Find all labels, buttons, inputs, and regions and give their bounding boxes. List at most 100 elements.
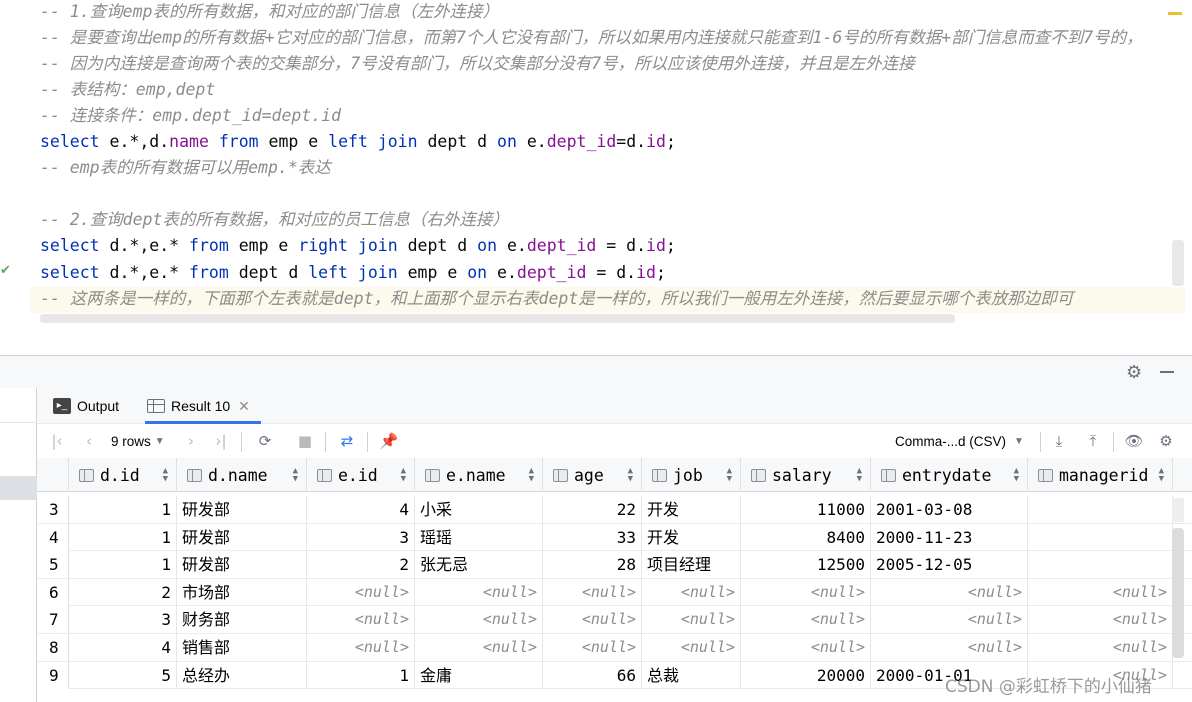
table-cell[interactable]: 金庸 <box>415 661 543 689</box>
table-cell[interactable]: 2001-03-08 <box>871 496 1028 523</box>
row-number[interactable]: 7 <box>37 606 69 634</box>
table-cell[interactable]: 4 <box>69 634 177 661</box>
table-cell[interactable]: 4 <box>307 496 415 523</box>
table-row[interactable]: 7 3 财务部 <null> <null> <null> <null> <null> <null… <box>37 606 1192 634</box>
table-cell[interactable]: 2000-11-23 <box>871 523 1028 551</box>
column-header[interactable]: salary ▲ ▼ <box>741 458 871 492</box>
table-cell[interactable]: 开发 <box>642 496 741 523</box>
table-cell[interactable]: 5 <box>69 661 177 689</box>
table-cell[interactable]: 12500 <box>741 551 871 579</box>
stop-icon[interactable]: ■ <box>295 430 315 452</box>
code-statement-line[interactable]: select e.*,d.name from emp e left join d… <box>40 130 676 156</box>
code-comment-line[interactable]: -- 连接条件：emp.dept_id=dept.id <box>40 104 341 130</box>
table-scrollbar-track[interactable] <box>1172 498 1184 522</box>
table-cell[interactable]: 20000 <box>741 661 871 689</box>
table-cell[interactable]: <null> <box>307 634 415 661</box>
sort-icon[interactable]: ▲ ▼ <box>1014 467 1019 484</box>
row-number[interactable]: 9 <box>37 661 69 689</box>
row-number[interactable]: 5 <box>37 551 69 579</box>
table-cell[interactable] <box>1028 496 1173 523</box>
table-cell[interactable]: <null> <box>543 634 642 661</box>
code-comment-line[interactable]: -- 2.查询dept表的所有数据，和对应的员工信息（右外连接） <box>40 208 509 234</box>
table-cell[interactable]: 项目经理 <box>642 551 741 579</box>
result-table[interactable]: d.id ▲ ▼ d.name ▲ ▼ e.id ▲ ▼ e.name ▲ ▼ age ▲ ▼ job ▲ ▼ sa… <box>37 458 1192 702</box>
table-cell[interactable] <box>1028 523 1173 551</box>
table-cell[interactable]: 66 <box>543 661 642 689</box>
table-cell[interactable] <box>1028 551 1173 579</box>
table-cell[interactable]: 瑶瑶 <box>415 523 543 551</box>
code-comment-line[interactable]: -- 表结构：emp,dept <box>40 78 215 104</box>
code-comment-line[interactable]: -- 因为内连接是查询两个表的交集部分，7号没有部门，所以交集部分没有7号，所以… <box>40 52 915 78</box>
table-cell[interactable]: 研发部 <box>177 496 307 523</box>
table-row[interactable]: 4 1 研发部 3 瑶瑶 33 开发 8400 2000-11-23 <box>37 523 1192 552</box>
table-cell[interactable]: <null> <box>415 606 543 634</box>
table-cell[interactable]: 财务部 <box>177 606 307 634</box>
compare-icon[interactable]: ⇄ <box>335 430 359 452</box>
next-page-icon[interactable]: › <box>183 430 199 452</box>
table-cell[interactable]: 2005-12-05 <box>871 551 1028 579</box>
view-icon[interactable]: 👁 <box>1123 430 1145 452</box>
code-statement-line[interactable]: select d.*,e.* from dept d left join emp… <box>40 261 666 287</box>
tree-selected-item[interactable] <box>0 476 37 500</box>
table-cell[interactable]: 1 <box>69 551 177 579</box>
table-cell[interactable]: 开发 <box>642 523 741 551</box>
column-header[interactable]: age ▲ ▼ <box>543 458 642 492</box>
table-cell[interactable]: <null> <box>741 606 871 634</box>
code-comment-line[interactable]: -- emp表的所有数据可以用emp.*表达 <box>40 156 331 182</box>
gear-icon[interactable]: ⚙ <box>1126 362 1142 383</box>
column-header[interactable]: e.id ▲ ▼ <box>307 458 415 492</box>
table-row[interactable]: 3 1 研发部 4 小采 22 开发 11000 2001-03-08 <box>37 496 1192 524</box>
table-cell[interactable]: 研发部 <box>177 551 307 579</box>
code-statement-line[interactable]: select d.*,e.* from emp e right join dep… <box>40 234 676 260</box>
row-number[interactable]: 3 <box>37 496 69 523</box>
row-number[interactable]: 4 <box>37 523 69 551</box>
editor-horizontal-scrollbar[interactable] <box>40 314 955 323</box>
table-cell[interactable]: 11000 <box>741 496 871 523</box>
sort-icon[interactable]: ▲ ▼ <box>163 467 168 484</box>
column-header[interactable]: job ▲ ▼ <box>642 458 741 492</box>
table-cell[interactable]: 销售部 <box>177 634 307 661</box>
code-comment-line[interactable]: -- 这两条是一样的，下面那个左表就是dept，和上面那个显示右表dept是一样… <box>30 287 1185 313</box>
export-format-selector[interactable]: Comma-...d (CSV) ▼ <box>895 430 1024 452</box>
table-cell[interactable]: 1 <box>69 496 177 523</box>
column-header[interactable]: managerid ▲ ▼ <box>1028 458 1173 492</box>
table-cell[interactable]: 8400 <box>741 523 871 551</box>
table-cell[interactable]: <null> <box>307 578 415 606</box>
code-comment-line[interactable]: -- 1.查询emp表的所有数据，和对应的部门信息（左外连接） <box>40 0 499 26</box>
table-cell[interactable]: <null> <box>642 578 741 606</box>
table-cell[interactable]: <null> <box>871 578 1028 606</box>
sort-icon[interactable]: ▲ ▼ <box>401 467 406 484</box>
table-cell[interactable]: <null> <box>642 634 741 661</box>
tab-output[interactable]: ▸_ Output <box>53 388 119 424</box>
table-cell[interactable]: <null> <box>1028 634 1173 661</box>
table-cell[interactable]: 市场部 <box>177 578 307 606</box>
column-header[interactable]: e.name ▲ ▼ <box>415 458 543 492</box>
sort-icon[interactable]: ▲ ▼ <box>1159 467 1164 484</box>
table-cell[interactable]: 总裁 <box>642 661 741 689</box>
table-cell[interactable]: 研发部 <box>177 523 307 551</box>
services-tree[interactable] <box>0 388 37 702</box>
column-header[interactable]: d.id ▲ ▼ <box>69 458 177 492</box>
tab-result[interactable]: Result 10 ✕ <box>145 388 261 424</box>
sort-icon[interactable]: ▲ ▼ <box>727 467 732 484</box>
table-cell[interactable]: 总经办 <box>177 661 307 689</box>
table-row[interactable]: 8 4 销售部 <null> <null> <null> <null> <null> <null… <box>37 634 1192 662</box>
close-icon[interactable]: ✕ <box>238 398 250 415</box>
table-cell[interactable]: 33 <box>543 523 642 551</box>
editor-vertical-scrollbar[interactable] <box>1172 240 1184 286</box>
settings-icon[interactable]: ⚙ <box>1155 430 1177 452</box>
table-cell[interactable]: 1 <box>307 661 415 689</box>
sort-icon[interactable]: ▲ ▼ <box>293 467 298 484</box>
table-cell[interactable]: <null> <box>543 578 642 606</box>
first-page-icon[interactable]: |‹ <box>49 430 65 452</box>
row-number[interactable]: 8 <box>37 634 69 661</box>
table-cell[interactable]: 22 <box>543 496 642 523</box>
table-cell[interactable]: <null> <box>1028 578 1173 606</box>
warning-marker-icon[interactable] <box>1168 12 1182 15</box>
table-cell[interactable]: 3 <box>307 523 415 551</box>
table-row[interactable]: 5 1 研发部 2 张无忌 28 项目经理 12500 2005-12-05 <box>37 551 1192 579</box>
table-cell[interactable]: 小采 <box>415 496 543 523</box>
table-vertical-scrollbar[interactable] <box>1172 528 1184 658</box>
panel-splitter[interactable] <box>0 326 1192 356</box>
refresh-icon[interactable]: ⟳ <box>255 430 275 452</box>
